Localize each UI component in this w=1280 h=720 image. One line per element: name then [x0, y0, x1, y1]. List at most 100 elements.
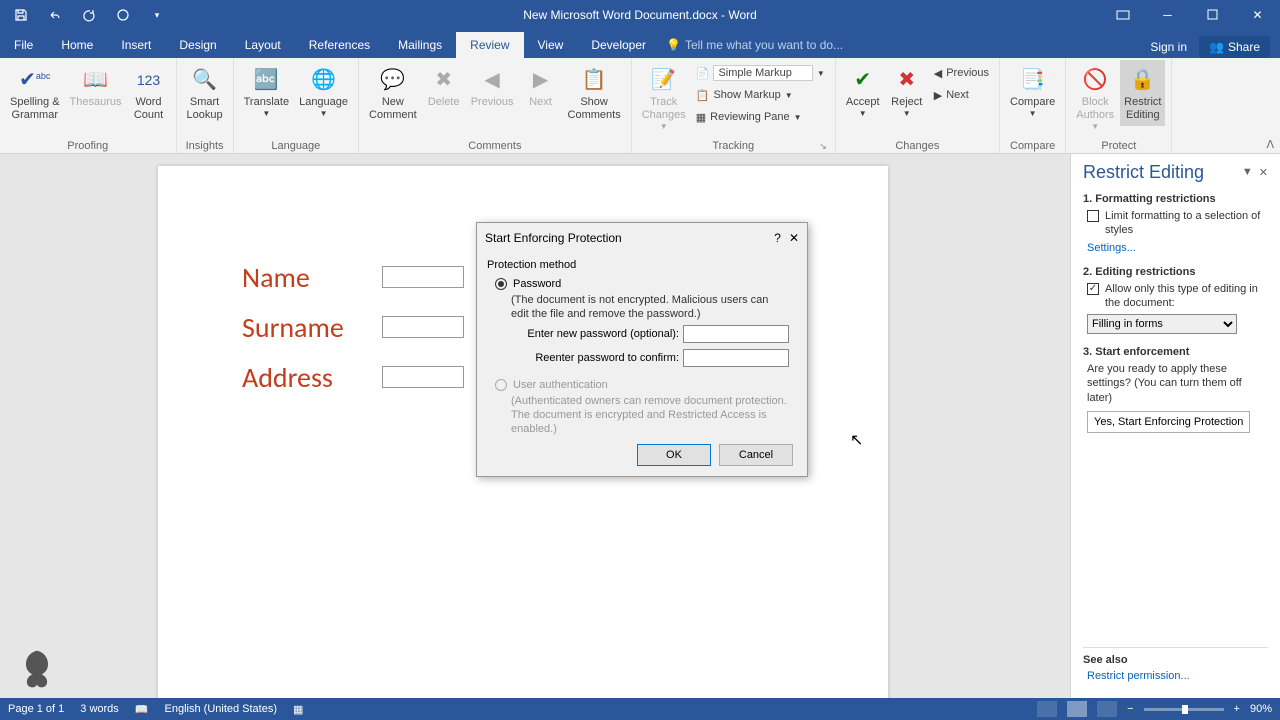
ok-button[interactable]: OK [637, 444, 711, 466]
track-changes-button[interactable]: 📝Track Changes▼ [638, 60, 690, 136]
ribbon-options-icon[interactable] [1100, 0, 1145, 30]
tab-developer[interactable]: Developer [577, 32, 660, 58]
accept-icon: ✔ [854, 64, 871, 96]
share-icon: 👥 [1209, 40, 1224, 54]
page-status[interactable]: Page 1 of 1 [8, 703, 64, 715]
compare-button[interactable]: 📑Compare▼ [1006, 60, 1059, 123]
sign-in-link[interactable]: Sign in [1150, 40, 1187, 54]
touch-mode-icon[interactable] [112, 4, 134, 26]
quick-access-toolbar: ▾ [0, 4, 168, 26]
tab-review[interactable]: Review [456, 32, 523, 58]
section-formatting-title: 1. Formatting restrictions [1083, 193, 1268, 205]
dialog-close-icon[interactable]: ✕ [789, 231, 799, 245]
accept-button[interactable]: ✔Accept▼ [842, 60, 884, 123]
tracking-launcher-icon[interactable]: ↘ [819, 141, 827, 152]
markup-icon: 📄 [696, 67, 710, 80]
reenter-password-input[interactable] [683, 349, 789, 367]
window-controls: ─ ✕ [1100, 0, 1280, 30]
dialog-help-icon[interactable]: ? [774, 231, 781, 245]
showmarkup-icon: 📋 [696, 89, 710, 102]
section-editing-title: 2. Editing restrictions [1083, 266, 1268, 278]
macro-status-icon[interactable]: ▦ [293, 703, 303, 716]
group-protect-label: Protect [1072, 140, 1165, 154]
form-field-address[interactable] [382, 366, 464, 388]
limit-formatting-checkbox[interactable] [1087, 210, 1099, 222]
translate-icon: 🔤 [254, 64, 279, 96]
smart-lookup-button[interactable]: 🔍Smart Lookup [183, 60, 227, 126]
pane-options-icon[interactable]: ▼ [1242, 166, 1253, 179]
zoom-in-icon[interactable]: + [1234, 703, 1240, 715]
language-button[interactable]: 🌐Language▼ [295, 60, 352, 123]
field-label-address: Address [242, 360, 333, 395]
restrict-permission-link[interactable]: Restrict permission... [1083, 670, 1268, 682]
ribbon-tabs: File Home Insert Design Layout Reference… [0, 30, 1280, 58]
restrict-icon: 🔒 [1130, 64, 1155, 96]
cancel-button[interactable]: Cancel [719, 444, 793, 466]
enforcement-text: Are you ready to apply these settings? (… [1083, 362, 1268, 405]
spelling-grammar-button[interactable]: ✔abcSpelling & Grammar [6, 60, 64, 126]
language-icon: 🌐 [311, 64, 336, 96]
save-icon[interactable] [10, 4, 32, 26]
previous-change-button[interactable]: ◀Previous [930, 62, 993, 84]
radio-password-label: Password [513, 278, 561, 290]
tab-insert[interactable]: Insert [107, 32, 165, 58]
pane-title: Restrict Editing [1083, 162, 1204, 183]
maximize-icon[interactable] [1190, 0, 1235, 30]
pane-icon: ▦ [696, 111, 706, 124]
reject-button[interactable]: ✖Reject▼ [886, 60, 928, 123]
next-comment-button[interactable]: ▶Next [520, 60, 562, 113]
bulb-icon: 💡 [666, 38, 681, 52]
qat-customize-icon[interactable]: ▾ [146, 4, 168, 26]
redo-icon[interactable] [78, 4, 100, 26]
print-layout-icon[interactable] [1067, 701, 1087, 717]
show-markup-dropdown[interactable]: 📋Show Markup▼ [692, 84, 829, 106]
form-field-surname[interactable] [382, 316, 464, 338]
word-count-button[interactable]: 123Word Count [128, 60, 170, 126]
new-comment-button[interactable]: 💬New Comment [365, 60, 421, 126]
close-icon[interactable]: ✕ [1235, 0, 1280, 30]
next-change-button[interactable]: ▶Next [930, 84, 993, 106]
dragon-logo [14, 646, 60, 692]
previous-comment-button[interactable]: ◀Previous [467, 60, 518, 113]
tell-me-search[interactable]: 💡Tell me what you want to do... [666, 32, 843, 58]
zoom-out-icon[interactable]: − [1127, 703, 1133, 715]
delete-comment-button[interactable]: ✖Delete [423, 60, 465, 113]
thesaurus-button[interactable]: 📖Thesaurus [66, 60, 126, 113]
read-mode-icon[interactable] [1037, 701, 1057, 717]
radio-password[interactable] [495, 278, 507, 290]
proofing-status-icon[interactable]: 📖 [135, 703, 149, 716]
allow-only-checkbox[interactable]: ✓ [1087, 283, 1099, 295]
settings-link[interactable]: Settings... [1083, 242, 1268, 254]
share-button[interactable]: 👥Share [1199, 36, 1270, 58]
block-authors-button[interactable]: 🚫Block Authors▼ [1072, 60, 1118, 136]
display-for-review-dropdown[interactable]: 📄Simple Markup▼ [692, 62, 829, 84]
word-count-status[interactable]: 3 words [80, 703, 119, 715]
translate-button[interactable]: 🔤Translate▼ [240, 60, 293, 123]
start-enforcing-button[interactable]: Yes, Start Enforcing Protection [1087, 411, 1250, 433]
tab-home[interactable]: Home [47, 32, 107, 58]
form-field-name[interactable] [382, 266, 464, 288]
wordcount-icon: 123 [137, 64, 160, 96]
editing-type-select[interactable]: Filling in forms [1087, 314, 1237, 334]
tab-mailings[interactable]: Mailings [384, 32, 456, 58]
tab-view[interactable]: View [524, 32, 578, 58]
show-comments-button[interactable]: 📋Show Comments [564, 60, 625, 126]
pane-close-icon[interactable]: ✕ [1259, 166, 1268, 179]
zoom-slider[interactable] [1144, 708, 1224, 711]
zoom-level[interactable]: 90% [1250, 703, 1272, 715]
next-change-icon: ▶ [934, 89, 942, 102]
tab-file[interactable]: File [0, 32, 47, 58]
collapse-ribbon-icon[interactable]: ᐱ [1266, 138, 1274, 151]
language-status[interactable]: English (United States) [165, 703, 278, 715]
thesaurus-icon: 📖 [83, 64, 108, 96]
start-enforcing-protection-dialog: Start Enforcing Protection ? ✕ Protectio… [476, 222, 808, 477]
restrict-editing-button[interactable]: 🔒Restrict Editing [1120, 60, 1165, 126]
tab-references[interactable]: References [295, 32, 384, 58]
reviewing-pane-dropdown[interactable]: ▦Reviewing Pane▼ [692, 106, 829, 128]
tab-layout[interactable]: Layout [231, 32, 295, 58]
minimize-icon[interactable]: ─ [1145, 0, 1190, 30]
enter-password-input[interactable] [683, 325, 789, 343]
undo-icon[interactable] [44, 4, 66, 26]
web-layout-icon[interactable] [1097, 701, 1117, 717]
tab-design[interactable]: Design [165, 32, 230, 58]
